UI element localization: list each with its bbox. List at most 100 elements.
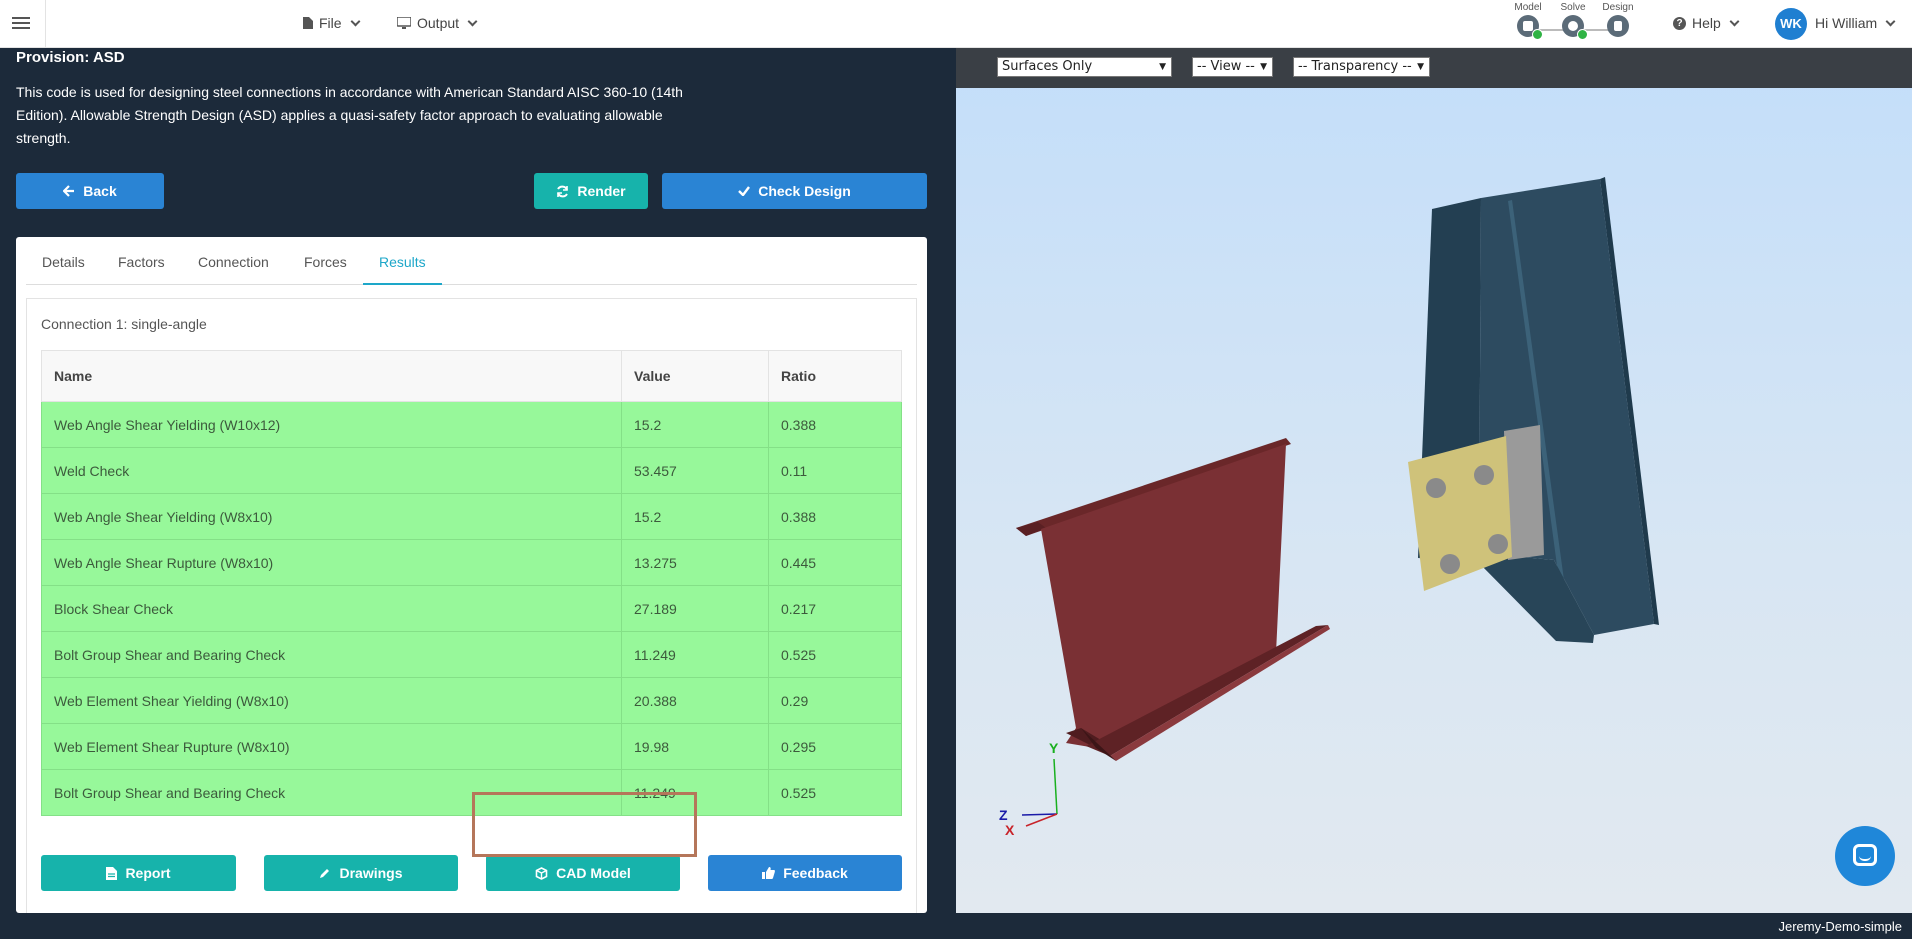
table-row: Web Element Shear Yielding (W8x10) 20.38…	[41, 677, 902, 724]
cell-ratio: 0.388	[768, 493, 902, 540]
cell-name: Web Angle Shear Yielding (W8x10)	[41, 493, 622, 540]
cell-value: 11.249	[621, 631, 769, 678]
table-row: Block Shear Check 27.189 0.217	[41, 585, 902, 632]
cell-name: Web Angle Shear Yielding (W10x12)	[41, 401, 622, 448]
table-row: Web Element Shear Rupture (W8x10) 19.98 …	[41, 723, 902, 770]
connection-title: Connection 1: single-angle	[41, 316, 207, 332]
report-button[interactable]: Report	[41, 855, 236, 891]
footer-bar: Jeremy-Demo-simple	[0, 913, 1912, 939]
tab-connection[interactable]: Connection	[198, 254, 269, 270]
tab-forces[interactable]: Forces	[304, 254, 347, 270]
table-row: Web Angle Shear Yielding (W10x12) 15.2 0…	[41, 401, 902, 448]
back-button[interactable]: Back	[16, 173, 164, 209]
file-menu-label: File	[319, 15, 342, 31]
table-row: Web Angle Shear Yielding (W8x10) 15.2 0.…	[41, 493, 902, 540]
axes-gizmo: Y Z X	[999, 740, 1059, 838]
active-tab-indicator	[363, 283, 442, 285]
transparency-select-value: -- Transparency --	[1298, 59, 1412, 74]
cell-name: Web Angle Shear Rupture (W8x10)	[41, 539, 622, 586]
back-label: Back	[83, 183, 117, 199]
cell-ratio: 0.445	[768, 539, 902, 586]
cell-ratio: 0.11	[768, 447, 902, 494]
feedback-label: Feedback	[783, 865, 848, 881]
provision-title: Provision: ASD	[16, 49, 125, 66]
table-header-row: Name Value Ratio	[41, 350, 902, 402]
dropdown-arrow-icon: ▼	[1260, 62, 1267, 72]
table-row: Weld Check 53.457 0.11	[41, 447, 902, 494]
cad-model-highlight	[472, 792, 697, 857]
dropdown-arrow-icon: ▼	[1159, 62, 1166, 72]
check-design-button[interactable]: Check Design	[662, 173, 927, 209]
cad-model-label: CAD Model	[556, 865, 631, 881]
arrow-left-icon	[63, 185, 75, 197]
view-select-value: -- View --	[1197, 59, 1255, 74]
output-menu-label: Output	[417, 15, 460, 31]
beam-member	[1016, 438, 1330, 761]
cell-name: Web Element Shear Rupture (W8x10)	[41, 723, 622, 770]
chevron-down-icon	[1885, 16, 1896, 26]
surfaces-select[interactable]: Surfaces Only ▼	[997, 57, 1172, 77]
cell-value: 13.275	[621, 539, 769, 586]
chat-launcher-icon[interactable]	[1835, 826, 1895, 886]
hamburger-menu-icon[interactable]	[0, 0, 46, 48]
results-table: Name Value Ratio Web Angle Shear Yieldin…	[41, 350, 902, 816]
dropdown-arrow-icon: ▼	[1417, 62, 1424, 72]
bolt-icon	[1440, 554, 1460, 574]
step-solve[interactable]: Solve	[1553, 2, 1593, 40]
drawings-button[interactable]: Drawings	[264, 855, 458, 891]
report-label: Report	[125, 865, 171, 881]
output-menu[interactable]: Output	[397, 15, 478, 31]
step-design[interactable]: Design	[1598, 2, 1638, 37]
provision-description: This code is used for designing steel co…	[16, 84, 683, 146]
cell-ratio: 0.29	[768, 677, 902, 724]
cell-value: 53.457	[621, 447, 769, 494]
drawings-label: Drawings	[339, 865, 403, 881]
user-menu[interactable]: Hi William	[1815, 15, 1896, 31]
cell-ratio: 0.295	[768, 723, 902, 770]
x-axis-label: X	[1005, 822, 1015, 838]
beam-icon	[1517, 15, 1543, 40]
cad-model-button[interactable]: CAD Model	[486, 855, 680, 891]
y-axis-label: Y	[1049, 740, 1059, 756]
cell-ratio: 0.217	[768, 585, 902, 632]
cell-value: 27.189	[621, 585, 769, 632]
cell-value: 20.388	[621, 677, 769, 724]
table-row: Web Angle Shear Rupture (W8x10) 13.275 0…	[41, 539, 902, 586]
tab-results[interactable]: Results	[379, 254, 426, 270]
cell-ratio: 0.525	[768, 769, 902, 816]
bolt-icon	[1426, 478, 1446, 498]
tab-factors[interactable]: Factors	[118, 254, 165, 270]
avatar[interactable]: WK	[1775, 8, 1807, 40]
transparency-select[interactable]: -- Transparency -- ▼	[1293, 57, 1430, 77]
refresh-icon	[557, 185, 569, 197]
column-header-name: Name	[41, 350, 622, 402]
z-axis-label: Z	[999, 807, 1008, 823]
workflow-steps: Model Solve Design	[1510, 2, 1640, 46]
step-model[interactable]: Model	[1508, 2, 1548, 40]
cube-icon	[535, 866, 548, 880]
tab-details[interactable]: Details	[42, 254, 85, 270]
feedback-button[interactable]: Feedback	[708, 855, 902, 891]
check-icon	[1532, 29, 1543, 40]
check-design-label: Check Design	[758, 183, 851, 199]
cell-ratio: 0.525	[768, 631, 902, 678]
project-name: Jeremy-Demo-simple	[1778, 919, 1902, 934]
file-menu[interactable]: File	[303, 15, 361, 31]
user-greeting: Hi William	[1815, 15, 1878, 31]
cell-value: 19.98	[621, 723, 769, 770]
help-menu[interactable]: ? Help	[1673, 15, 1740, 31]
top-nav: File Output Model Solve Design ? Help WK…	[0, 0, 1912, 48]
bolt-icon	[1474, 465, 1494, 485]
bolt-icon	[1488, 534, 1508, 554]
model-viewer[interactable]: Surfaces Only ▼ -- View -- ▼ -- Transparen…	[956, 48, 1912, 913]
monitor-icon	[397, 17, 411, 29]
render-button[interactable]: Render	[534, 173, 648, 209]
cell-name: Block Shear Check	[41, 585, 622, 632]
chevron-down-icon	[467, 16, 478, 26]
column-header-value: Value	[621, 350, 769, 402]
cloud-icon	[1562, 15, 1588, 40]
step-label: Solve	[1560, 2, 1586, 13]
view-select[interactable]: -- View -- ▼	[1192, 57, 1273, 77]
3d-scene[interactable]: Y Z X	[956, 88, 1912, 913]
table-row: Bolt Group Shear and Bearing Check 11.24…	[41, 631, 902, 678]
